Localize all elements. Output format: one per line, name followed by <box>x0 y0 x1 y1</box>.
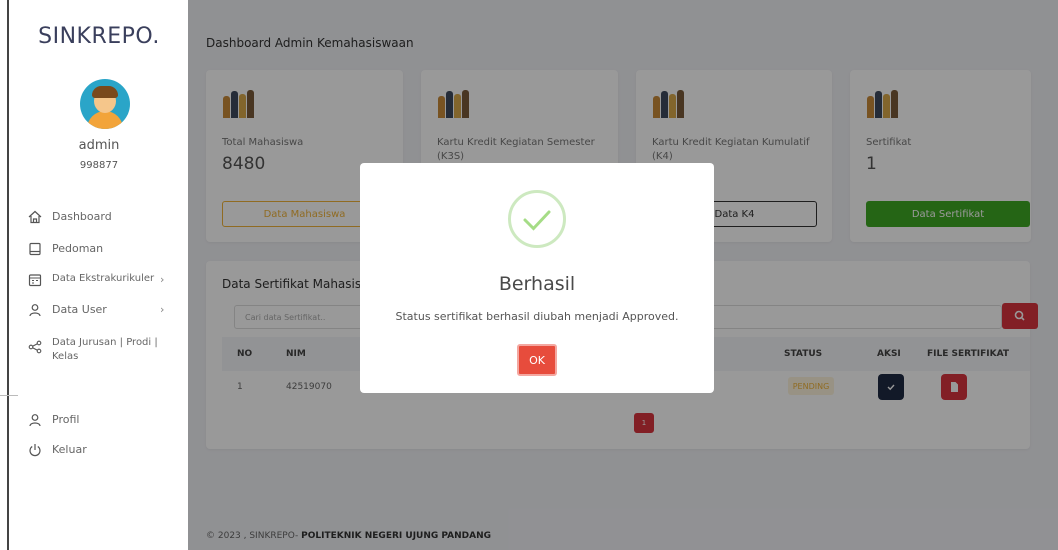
sidebar-item-ekstrakurikuler[interactable]: Data Ekstrakurikuler › <box>28 273 164 287</box>
brand-logo: SINKREPO. <box>38 24 160 49</box>
sidebar-item-jurusan[interactable]: Data Jurusan | Prodi | Kelas <box>28 336 158 364</box>
sidebar-item-label: Data Jurusan | Prodi | <box>52 337 158 348</box>
chevron-right-icon: › <box>160 303 165 316</box>
share-icon <box>28 340 42 354</box>
book-icon <box>29 242 41 256</box>
window-edge <box>0 0 9 550</box>
home-icon <box>28 210 42 224</box>
sidebar-item-label: Pedoman <box>52 242 104 255</box>
calendar-icon <box>28 274 42 287</box>
chevron-right-icon: › <box>160 273 165 286</box>
sidebar-item-label: Keluar <box>52 443 87 456</box>
power-icon <box>29 444 41 457</box>
modal-message: Status sertifikat berhasil diubah menjad… <box>395 310 679 323</box>
user-id: 998877 <box>79 160 119 171</box>
modal-title: Berhasil <box>498 273 576 295</box>
user-name: admin <box>78 138 120 153</box>
sidebar-item-label: Profil <box>52 413 80 426</box>
sidebar-item-dashboard[interactable]: Dashboard <box>28 210 112 224</box>
ok-button[interactable]: OK <box>517 344 557 376</box>
sidebar-item-data-user[interactable]: Data User › <box>28 303 164 317</box>
sidebar-item-label: Dashboard <box>52 210 112 223</box>
sidebar-item-label: Kelas <box>52 351 79 362</box>
divider <box>0 395 18 396</box>
sidebar-item-keluar[interactable]: Keluar <box>28 443 87 457</box>
success-modal: Berhasil Status sertifikat berhasil diub… <box>360 163 714 393</box>
check-circle-icon <box>508 190 566 248</box>
avatar <box>80 79 130 129</box>
sidebar-item-label: Data User <box>52 303 107 316</box>
sidebar-item-pedoman[interactable]: Pedoman <box>28 242 103 256</box>
sidebar-item-profil[interactable]: Profil <box>28 413 79 427</box>
sidebar-item-label: Data Ekstrakurikuler <box>52 273 155 284</box>
sidebar: SINKREPO. admin 998877 Dashboard Pedoman… <box>10 0 188 550</box>
user-icon <box>29 414 41 427</box>
user-icon <box>29 304 41 317</box>
